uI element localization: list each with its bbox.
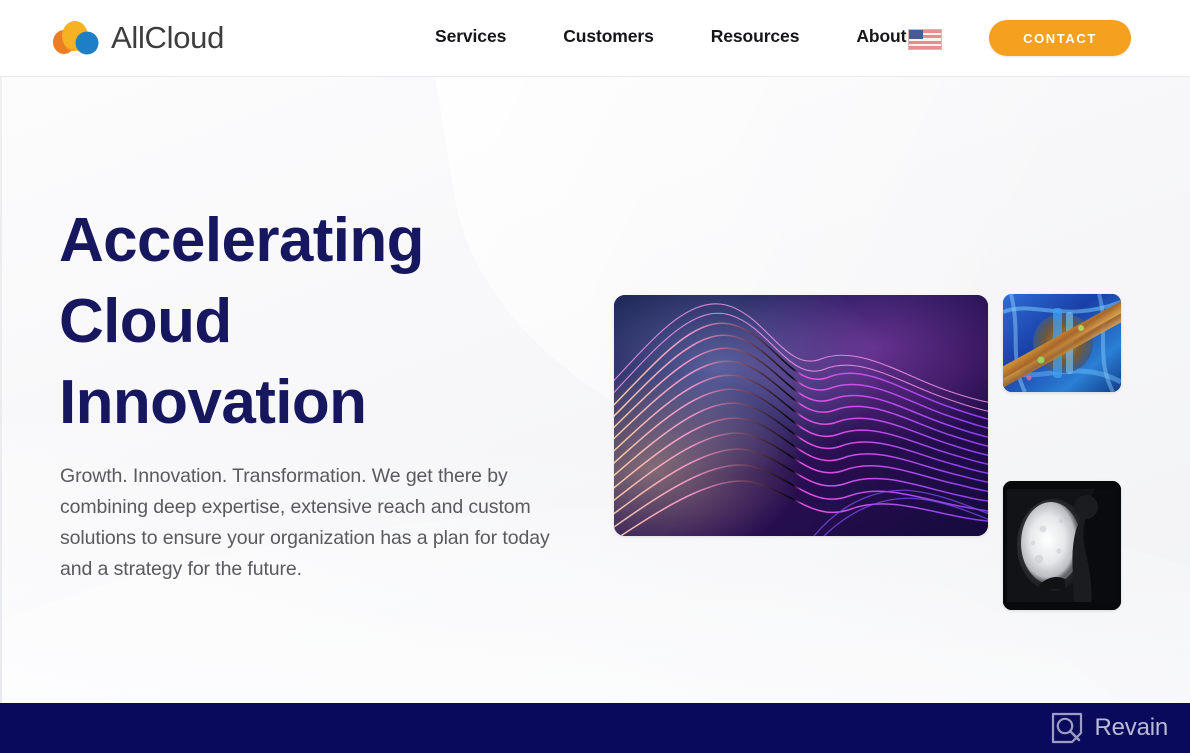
flag-canton — [909, 30, 923, 39]
revain-watermark-label: Revain — [1094, 714, 1168, 741]
page-title: Accelerating Cloud Innovation — [59, 200, 579, 443]
headline-line-3: Innovation — [59, 368, 367, 437]
contact-button[interactable]: CONTACT — [989, 20, 1131, 56]
footer-band: Revain — [0, 703, 1190, 753]
us-flag-icon[interactable] — [908, 29, 942, 50]
nav-item-resources[interactable]: Resources — [711, 26, 800, 47]
brand-name: AllCloud — [111, 19, 225, 55]
site-header: AllCloud Services Customers Resources Ab… — [0, 0, 1190, 77]
hero-section: Accelerating Cloud Innovation Growth. In… — [0, 77, 1190, 703]
hero-thumb-fiber-optics — [1003, 294, 1121, 392]
headline-line-1: Accelerating — [59, 206, 425, 275]
hero-image-abstract-waves — [614, 295, 988, 536]
headline-line-2: Cloud — [59, 287, 232, 356]
allcloud-homepage: AllCloud Services Customers Resources Ab… — [0, 0, 1190, 753]
hero-thumb-moon-display — [1003, 481, 1121, 610]
brand-logo-link[interactable]: AllCloud — [50, 17, 224, 57]
revain-logo-icon — [1050, 711, 1084, 745]
nav-item-customers[interactable]: Customers — [563, 26, 654, 47]
hero-subtext: Growth. Innovation. Transformation. We g… — [60, 465, 550, 580]
nav-item-services[interactable]: Services — [435, 26, 506, 47]
allcloud-cloud-logo-icon — [50, 17, 102, 57]
page-left-edge — [0, 0, 2, 703]
revain-watermark: Revain — [1050, 711, 1168, 745]
main-navigation: Services Customers Resources About Us — [435, 26, 933, 47]
